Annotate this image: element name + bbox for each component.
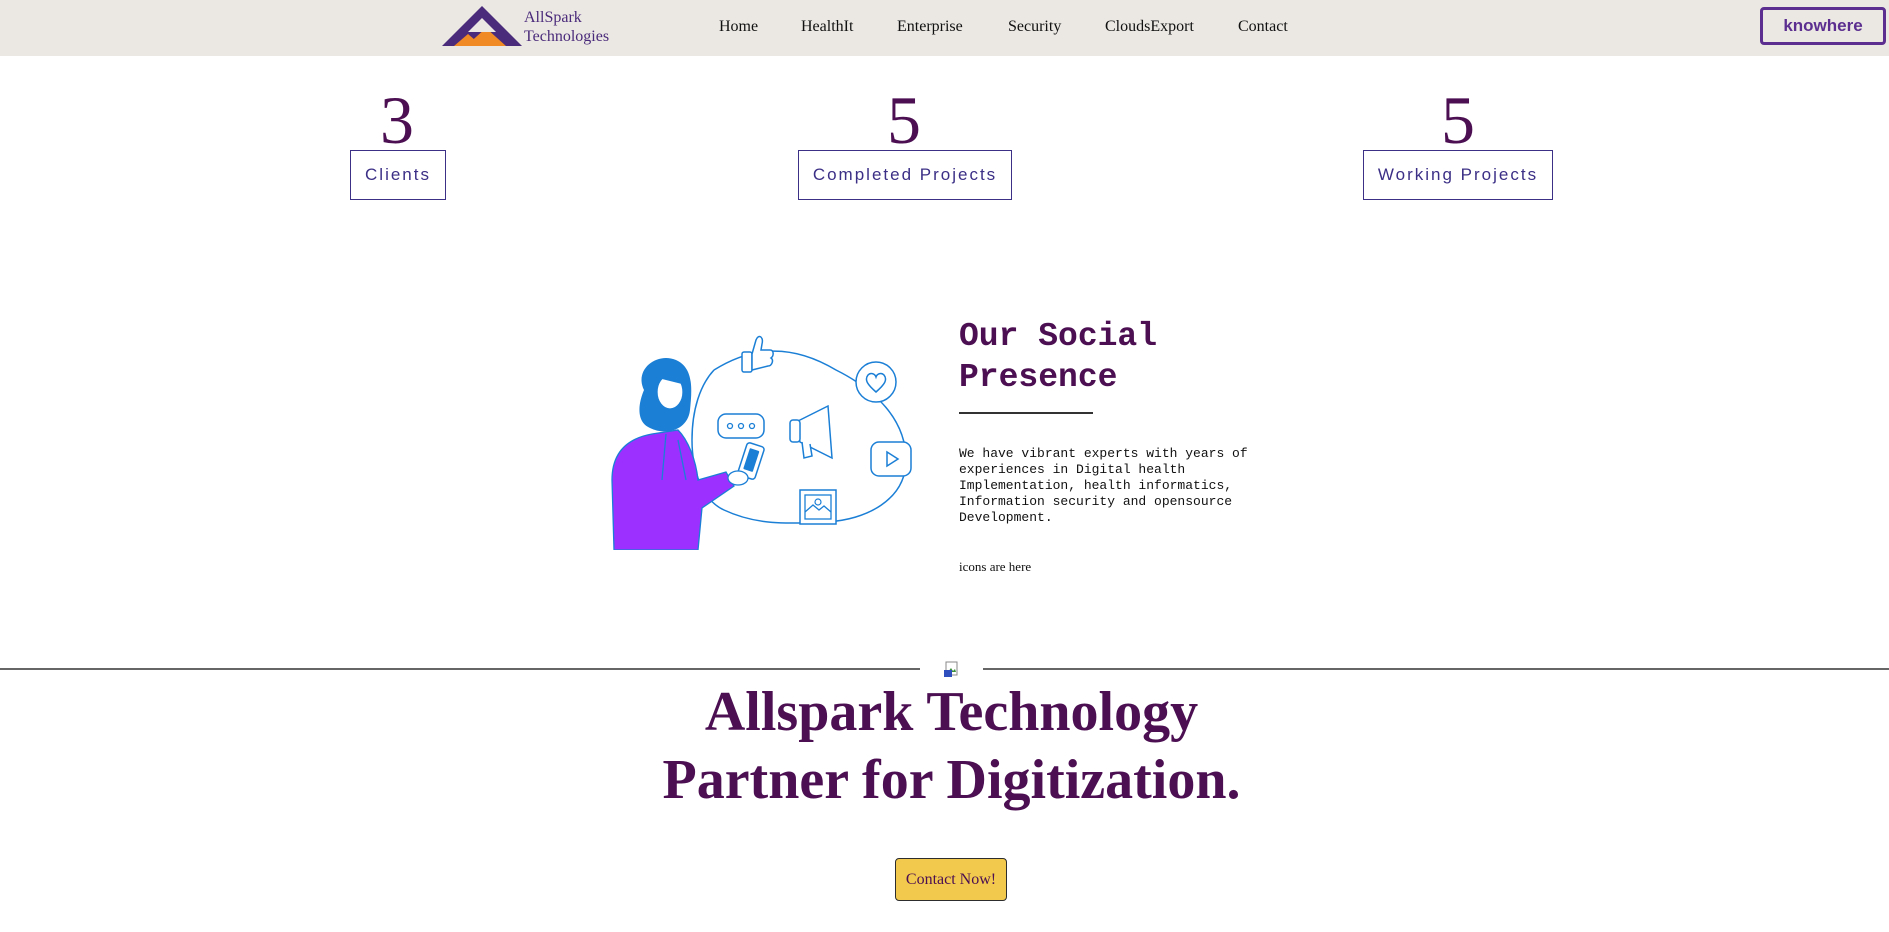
nav-link-enterprise[interactable]: Enterprise: [897, 18, 963, 36]
stat-working-value: 5: [1441, 82, 1475, 158]
broken-image-icon: [944, 661, 958, 677]
social-title-underline: [959, 412, 1093, 414]
hero-heading: Allspark Technology Partner for Digitiza…: [0, 678, 1889, 814]
social-title-line-2: Presence: [959, 359, 1118, 396]
hero-line-2: Partner for Digitization.: [662, 749, 1241, 811]
nav-link-contact[interactable]: Contact: [1238, 18, 1288, 36]
thumbs-up-icon: [741, 335, 774, 373]
nav-link-healthit[interactable]: HealthIt: [801, 18, 853, 36]
allspark-logo[interactable]: [442, 4, 522, 48]
icons-placeholder-text: icons are here: [959, 559, 1032, 574]
brand-line-2: Technologies: [524, 28, 610, 45]
stat-clients-value: 3: [380, 82, 414, 158]
nav-link-cloudsexport[interactable]: CloudsExport: [1105, 18, 1194, 36]
image-icon: [799, 489, 837, 525]
stat-working-label: Working Projects: [1363, 150, 1553, 200]
woman-with-phone-figure: [611, 358, 765, 550]
nav-link-home[interactable]: Home: [719, 18, 758, 36]
stat-completed-label: Completed Projects: [798, 150, 1012, 200]
contact-now-button[interactable]: Contact Now!: [895, 858, 1007, 901]
megaphone-icon: [789, 404, 833, 460]
section-divider-left: [0, 668, 920, 670]
hero-line-1: Allspark Technology: [704, 681, 1199, 743]
heart-icon: [855, 361, 897, 403]
knowhere-button[interactable]: knowhere: [1760, 7, 1886, 45]
video-play-icon: [870, 441, 912, 477]
nav-link-security[interactable]: Security: [1008, 18, 1061, 36]
social-title-line-1: Our Social: [959, 318, 1158, 355]
social-media-illustration: [611, 335, 912, 550]
brand-line-1: AllSpark: [524, 9, 582, 26]
social-presence-title: Our Social Presence: [959, 316, 1259, 398]
social-description: We have vibrant experts with years of ex…: [959, 446, 1248, 525]
top-navbar: AllSpark Technologies Home HealthIt Ente…: [0, 0, 1889, 56]
stat-clients-label: Clients: [350, 150, 446, 200]
chat-icon: [717, 413, 765, 439]
section-divider-right: [983, 668, 1889, 670]
stat-completed-value: 5: [887, 82, 921, 158]
brand-name[interactable]: AllSpark Technologies: [524, 8, 634, 46]
